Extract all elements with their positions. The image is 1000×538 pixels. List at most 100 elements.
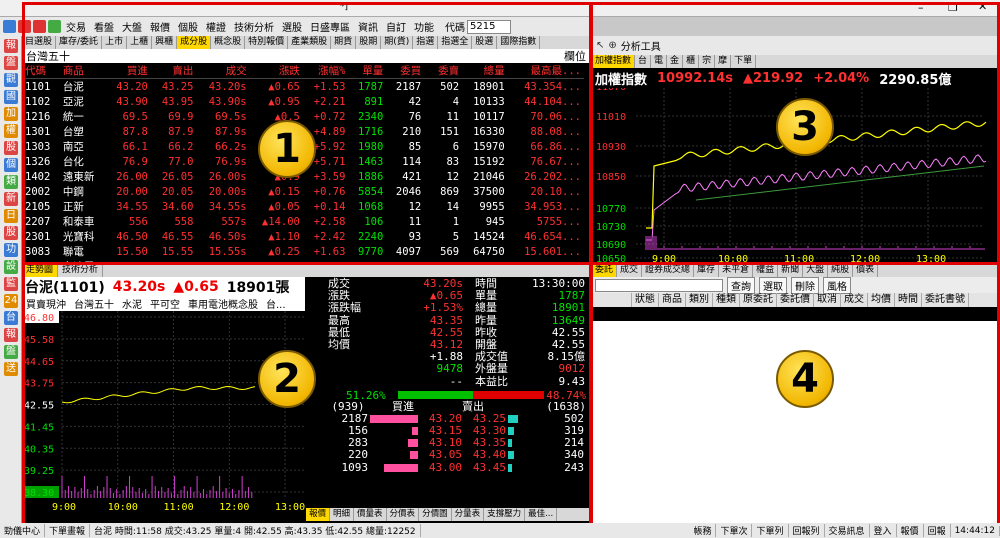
index-tab[interactable]: 台 xyxy=(635,55,652,68)
tab-trend[interactable]: 走勢圖 xyxy=(22,264,59,277)
table-row[interactable]: 1101 台泥 43.20 43.25 43.20s ▲0.65 +1.53 1787 2187… xyxy=(22,79,584,95)
order-tab[interactable]: 委託 xyxy=(592,264,618,277)
column-header[interactable]: 成交 xyxy=(196,63,250,79)
left-nav-item[interactable]: 送 xyxy=(4,362,18,376)
stock-tag[interactable]: 台... xyxy=(266,296,286,311)
left-nav-item[interactable]: 報 xyxy=(4,328,18,342)
quote-tab[interactable]: 特別報價 xyxy=(245,36,289,49)
status-right-item[interactable]: 報價 xyxy=(897,524,924,537)
toolbar-item-special[interactable]: 日盛專區 xyxy=(307,19,353,34)
home-icon[interactable] xyxy=(3,20,16,33)
order-column-header[interactable]: 取消 xyxy=(814,293,841,307)
left-nav-item[interactable]: 盤 xyxy=(4,56,18,70)
quote-tab[interactable]: 期貨 xyxy=(331,36,357,49)
left-nav-item[interactable]: 國 xyxy=(4,90,18,104)
status-right-item[interactable]: 交易訊息 xyxy=(825,524,870,537)
left-nav-item[interactable]: 觀 xyxy=(4,73,18,87)
toolbar-item-watch[interactable]: 看盤 xyxy=(91,19,117,34)
detail-tab[interactable]: 分價圖 xyxy=(419,508,452,521)
zoom-icon[interactable]: ⊕ xyxy=(608,40,616,51)
quote-tab[interactable]: 產業類股 xyxy=(288,36,332,49)
column-header[interactable]: 委買 xyxy=(386,63,425,79)
order-tab[interactable]: 成交 xyxy=(617,264,643,277)
toolbar-item-info[interactable]: 資訊 xyxy=(355,19,381,34)
toolbar-item-stock[interactable]: 個股 xyxy=(175,19,201,34)
query-button[interactable]: 查詢 xyxy=(727,276,755,294)
order-column-header[interactable]: 委託價 xyxy=(777,293,814,307)
index-tab[interactable]: 櫃 xyxy=(683,55,700,68)
table-row[interactable]: 3083 聯電 15.50 15.55 15.55s ▲0.25 +1.63 9770 4097… xyxy=(22,244,584,259)
toolbar-item-custom[interactable]: 自訂 xyxy=(383,19,409,34)
quote-tab[interactable]: 概念股 xyxy=(211,36,246,49)
stock-tag[interactable]: 台灣五十 xyxy=(74,296,114,311)
order-column-header[interactable]: 成交 xyxy=(841,293,868,307)
order-tab[interactable]: 未平倉 xyxy=(719,264,754,277)
column-header[interactable]: 單量 xyxy=(348,63,387,79)
left-nav-item[interactable]: 股 xyxy=(4,141,18,155)
detail-tab[interactable]: 分價表 xyxy=(387,508,420,521)
left-nav-item[interactable]: 類 xyxy=(4,175,18,189)
order-column-header[interactable]: 委託書號 xyxy=(922,293,969,307)
quote-tab[interactable]: 指選 xyxy=(413,36,439,49)
quote-tab[interactable]: 期(貨) xyxy=(381,36,414,49)
quote-tab[interactable]: 上市 xyxy=(102,36,128,49)
left-nav-item[interactable]: 24 xyxy=(4,294,18,308)
quote-tab[interactable]: 股期 xyxy=(356,36,382,49)
table-row[interactable]: 2301 光寶科 46.50 46.55 46.50s ▲1.10 +2.42 2240 93 5… xyxy=(22,229,584,244)
left-nav-item[interactable]: 監 xyxy=(4,277,18,291)
tab-ta[interactable]: 技術分析 xyxy=(58,264,104,277)
status-right-item[interactable]: 帳務 xyxy=(689,524,717,537)
stock-tag[interactable]: 平可空 xyxy=(150,296,180,311)
detail-tab[interactable]: 報價 xyxy=(306,508,331,521)
quote-tab[interactable]: 成分股 xyxy=(177,36,212,49)
status-item[interactable]: 勁儀中心 xyxy=(0,524,46,537)
column-header[interactable]: 商品 xyxy=(59,63,106,79)
index-tab[interactable]: 加權指數 xyxy=(592,55,636,68)
quote-tab[interactable]: 國際指數 xyxy=(497,36,541,49)
toolbar-item-screen[interactable]: 選股 xyxy=(279,19,305,34)
order-column-header[interactable]: 種類 xyxy=(713,293,740,307)
quote-tab[interactable]: 上櫃 xyxy=(127,36,153,49)
account-select[interactable] xyxy=(595,278,723,292)
delete-button[interactable]: 刪除 xyxy=(791,276,819,294)
order-column-header[interactable]: 類別 xyxy=(686,293,713,307)
status-right-item[interactable]: 回報 xyxy=(924,524,951,537)
column-button[interactable]: 欄位 xyxy=(564,48,586,64)
toolbar-item-trade[interactable]: 交易 xyxy=(63,19,89,34)
select-all-checkbox[interactable] xyxy=(592,293,632,307)
column-header[interactable]: 漲幅% xyxy=(302,63,349,79)
index-tab[interactable]: 電 xyxy=(651,55,668,68)
column-header[interactable]: 代碼 xyxy=(22,63,60,79)
order-tab[interactable]: 新聞 xyxy=(778,264,804,277)
detail-tab[interactable]: 支撐壓力 xyxy=(484,508,526,521)
index-tab[interactable]: 摩 xyxy=(715,55,732,68)
order-column-header[interactable]: 商品 xyxy=(659,293,686,307)
order-tab[interactable]: 權益 xyxy=(753,264,779,277)
stock-tag[interactable]: 水泥 xyxy=(122,296,142,311)
left-nav-item[interactable]: 加 xyxy=(4,107,18,121)
left-nav-item[interactable]: 新 xyxy=(4,192,18,206)
status-right-item[interactable]: 回報列 xyxy=(789,524,825,537)
detail-tab[interactable]: 明細 xyxy=(330,508,355,521)
back-icon[interactable] xyxy=(18,20,31,33)
forward-icon[interactable] xyxy=(33,20,46,33)
status-right-item[interactable]: 14:44:12 xyxy=(951,525,1000,536)
table-row[interactable]: 2105 正新 34.55 34.60 34.55s ▲0.05 +0.14 1068 12 14… xyxy=(22,199,584,214)
column-header[interactable]: 漲跌 xyxy=(249,63,303,79)
column-header[interactable]: 委賣 xyxy=(424,63,463,79)
order-column-header[interactable]: 狀態 xyxy=(632,293,659,307)
quote-tab[interactable]: 興櫃 xyxy=(152,36,178,49)
analysis-tool-button[interactable]: 分析工具 xyxy=(621,38,661,53)
close-icon[interactable]: ✕ xyxy=(978,0,987,13)
index-tab[interactable]: 金 xyxy=(667,55,684,68)
order-tab[interactable]: 大盤 xyxy=(803,264,829,277)
left-nav-item[interactable]: 權 xyxy=(4,124,18,138)
column-header[interactable]: 賣出 xyxy=(150,63,197,79)
minimize-icon[interactable]: – xyxy=(918,1,924,14)
table-row[interactable]: 2002 中鋼 20.00 20.05 20.00s ▲0.15 +0.76 5854 2046… xyxy=(22,184,584,199)
column-header[interactable]: 買進 xyxy=(105,63,151,79)
order-column-header[interactable]: 均價 xyxy=(868,293,895,307)
status-right-item[interactable]: 下單次 xyxy=(716,524,753,537)
order-tab[interactable]: 純股 xyxy=(828,264,854,277)
order-tab[interactable]: 證券成交總 xyxy=(642,264,695,277)
